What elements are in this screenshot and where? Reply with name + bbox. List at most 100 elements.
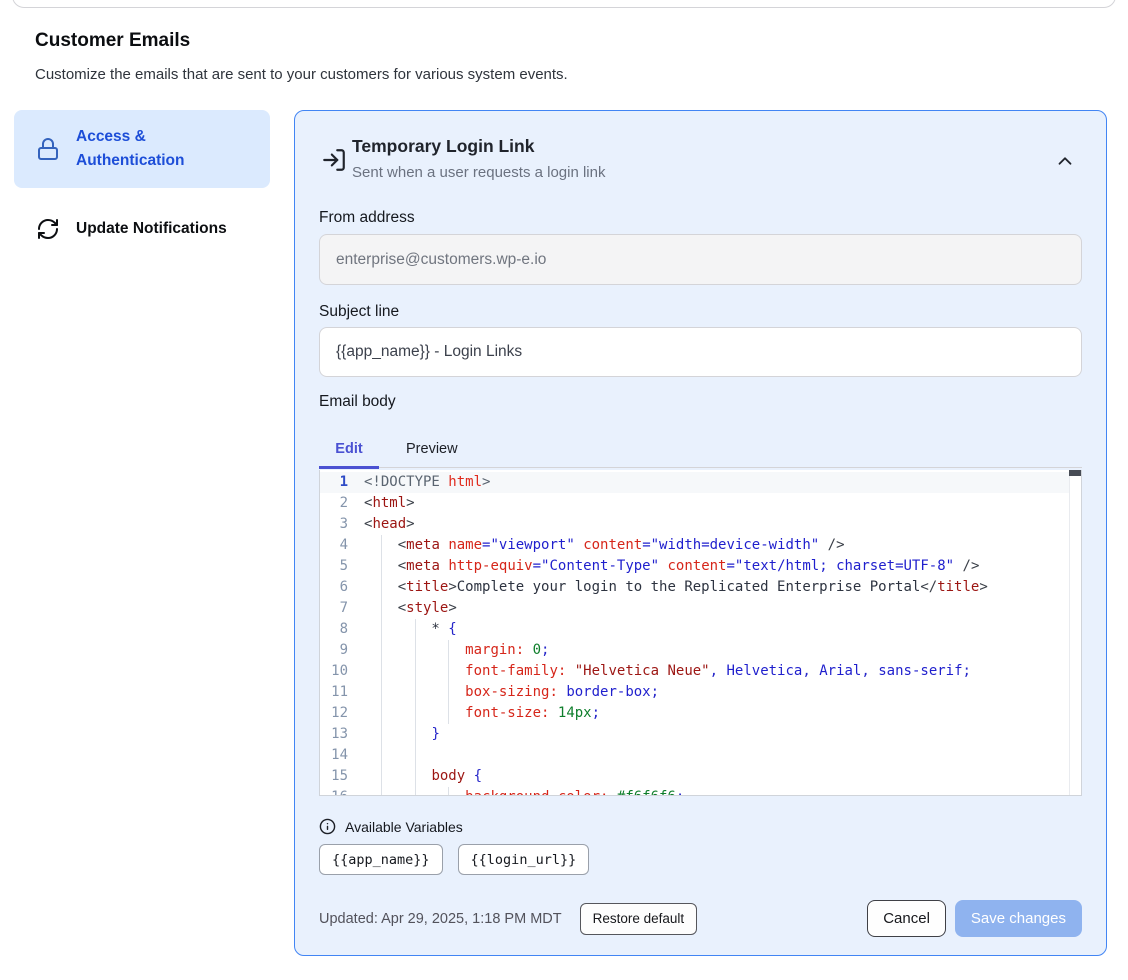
line-number: 1 bbox=[320, 472, 348, 493]
line-content: <!DOCTYPE html> bbox=[364, 472, 1081, 493]
email-body-label: Email body bbox=[319, 393, 396, 411]
line-number: 10 bbox=[320, 661, 348, 682]
indent-guide bbox=[415, 724, 416, 745]
line-number: 3 bbox=[320, 514, 348, 535]
line-number: 4 bbox=[320, 535, 348, 556]
line-content: <meta name="viewport" content="width=dev… bbox=[364, 535, 1081, 556]
restore-default-button[interactable]: Restore default bbox=[580, 903, 698, 935]
code-line[interactable]: 12 font-size: 14px; bbox=[320, 703, 1081, 724]
collapse-button[interactable] bbox=[1054, 149, 1078, 173]
indent-guide bbox=[381, 619, 382, 640]
from-address-label: From address bbox=[319, 209, 415, 227]
panel-subtitle: Sent when a user requests a login link bbox=[352, 164, 605, 181]
editor-tab-list: Edit Preview bbox=[319, 431, 1082, 468]
line-content bbox=[364, 745, 1081, 766]
line-content: box-sizing: border-box; bbox=[364, 682, 1081, 703]
code-line[interactable]: 13 } bbox=[320, 724, 1081, 745]
line-number: 8 bbox=[320, 619, 348, 640]
variable-chips: {{app_name}} {{login_url}} bbox=[319, 844, 589, 875]
indent-guide bbox=[381, 745, 382, 766]
cancel-button[interactable]: Cancel bbox=[867, 900, 946, 937]
code-line[interactable]: 4 <meta name="viewport" content="width=d… bbox=[320, 535, 1081, 556]
line-number: 9 bbox=[320, 640, 348, 661]
line-number: 6 bbox=[320, 577, 348, 598]
refresh-icon bbox=[36, 217, 60, 241]
line-number: 16 bbox=[320, 787, 348, 796]
line-content: } bbox=[364, 724, 1081, 745]
line-content: * { bbox=[364, 619, 1081, 640]
indent-guide bbox=[415, 745, 416, 766]
chevron-up-icon bbox=[1054, 150, 1078, 172]
line-number: 7 bbox=[320, 598, 348, 619]
indent-guide bbox=[415, 787, 416, 796]
from-address-input[interactable] bbox=[319, 234, 1082, 285]
indent-guide bbox=[381, 535, 382, 556]
line-content: body { bbox=[364, 766, 1081, 787]
tab-preview[interactable]: Preview bbox=[404, 431, 460, 467]
line-content: <html> bbox=[364, 493, 1081, 514]
line-number: 15 bbox=[320, 766, 348, 787]
code-line[interactable]: 5 <meta http-equiv="Content-Type" conten… bbox=[320, 556, 1081, 577]
indent-guide bbox=[415, 640, 416, 661]
sidebar-item-update-notifications[interactable]: Update Notifications bbox=[14, 205, 270, 253]
indent-guide bbox=[381, 703, 382, 724]
indent-guide bbox=[381, 556, 382, 577]
code-line[interactable]: 10 font-family: "Helvetica Neue", Helvet… bbox=[320, 661, 1081, 682]
sidebar-item-access-authentication[interactable]: Access & Authentication bbox=[14, 110, 270, 188]
line-content: font-size: 14px; bbox=[364, 703, 1081, 724]
indent-guide bbox=[381, 661, 382, 682]
code-line[interactable]: 7 <style> bbox=[320, 598, 1081, 619]
indent-guide bbox=[381, 640, 382, 661]
code-line[interactable]: 11 box-sizing: border-box; bbox=[320, 682, 1081, 703]
subject-line-input[interactable] bbox=[319, 327, 1082, 377]
indent-guide bbox=[448, 787, 449, 796]
indent-guide bbox=[415, 703, 416, 724]
line-number: 5 bbox=[320, 556, 348, 577]
sidebar-item-label: Update Notifications bbox=[76, 217, 227, 241]
variable-chip[interactable]: {{login_url}} bbox=[458, 844, 590, 875]
page-title: Customer Emails bbox=[35, 30, 190, 52]
sidebar: Access & Authentication Update Notificati… bbox=[14, 110, 270, 253]
line-content: font-family: "Helvetica Neue", Helvetica… bbox=[364, 661, 1081, 682]
code-line[interactable]: 6 <title>Complete your login to the Repl… bbox=[320, 577, 1081, 598]
subject-line-label: Subject line bbox=[319, 303, 399, 321]
editor-scrollbar[interactable] bbox=[1069, 470, 1081, 795]
indent-guide bbox=[381, 724, 382, 745]
code-line[interactable]: 3 <head> bbox=[320, 514, 1081, 535]
code-line[interactable]: 1 <!DOCTYPE html> bbox=[320, 472, 1081, 493]
line-content: <style> bbox=[364, 598, 1081, 619]
code-line[interactable]: 9 margin: 0; bbox=[320, 640, 1081, 661]
sidebar-item-label: Access & Authentication bbox=[76, 125, 256, 173]
indent-guide bbox=[448, 661, 449, 682]
panel-footer: Updated: Apr 29, 2025, 1:18 PM MDT Resto… bbox=[319, 900, 1082, 937]
code-editor[interactable]: 1<!DOCTYPE html>2<html>3<head>4 <meta na… bbox=[319, 470, 1082, 796]
save-changes-button[interactable]: Save changes bbox=[955, 900, 1082, 937]
indent-guide bbox=[381, 787, 382, 796]
variable-chip[interactable]: {{app_name}} bbox=[319, 844, 443, 875]
updated-timestamp: Updated: Apr 29, 2025, 1:18 PM MDT bbox=[319, 911, 562, 927]
line-number: 2 bbox=[320, 493, 348, 514]
editor-scrollbar-thumb[interactable] bbox=[1069, 470, 1081, 476]
code-line[interactable]: 14 bbox=[320, 745, 1081, 766]
indent-guide bbox=[415, 661, 416, 682]
tab-edit[interactable]: Edit bbox=[319, 431, 379, 467]
line-number: 11 bbox=[320, 682, 348, 703]
code-line[interactable]: 15 body { bbox=[320, 766, 1081, 787]
code-line[interactable]: 2 <html> bbox=[320, 493, 1081, 514]
code-line[interactable]: 16 background-color: #f6f6f6; bbox=[320, 787, 1081, 796]
code-line[interactable]: 8 * { bbox=[320, 619, 1081, 640]
code-editor-lines: 1<!DOCTYPE html>2<html>3<head>4 <meta na… bbox=[320, 470, 1081, 796]
line-content: <head> bbox=[364, 514, 1081, 535]
indent-guide bbox=[448, 703, 449, 724]
indent-guide bbox=[381, 598, 382, 619]
info-icon bbox=[319, 818, 336, 835]
line-number: 14 bbox=[320, 745, 348, 766]
line-content: <title>Complete your login to the Replic… bbox=[364, 577, 1081, 598]
email-template-panel: Temporary Login Link Sent when a user re… bbox=[294, 110, 1107, 956]
page: Customer Emails Customize the emails tha… bbox=[0, 0, 1128, 980]
indent-guide bbox=[381, 577, 382, 598]
available-variables-label: Available Variables bbox=[345, 819, 463, 835]
indent-guide bbox=[448, 640, 449, 661]
panel-title: Temporary Login Link bbox=[352, 136, 534, 157]
line-content: background-color: #f6f6f6; bbox=[364, 787, 1081, 796]
